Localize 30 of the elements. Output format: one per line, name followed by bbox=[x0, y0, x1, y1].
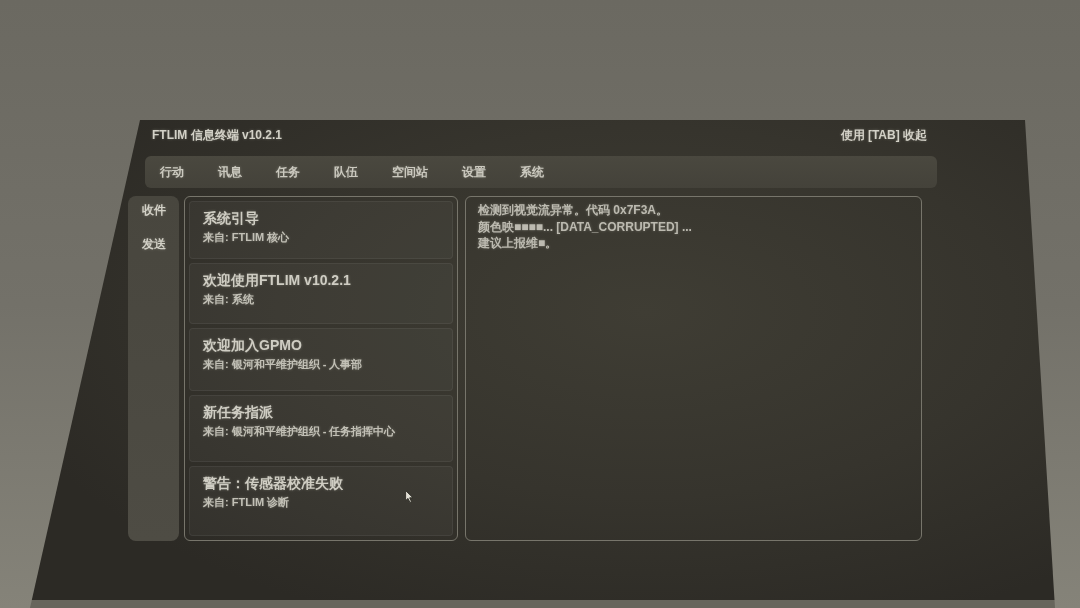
message-card[interactable]: 欢迎加入GPMO 来自: 银河和平维护组织 - 人事部 bbox=[189, 327, 453, 392]
nav-tab[interactable]: 空间站 bbox=[392, 164, 428, 180]
message-title: 新任务指派 bbox=[203, 403, 273, 422]
sidebar-item[interactable]: 收件 bbox=[141, 201, 166, 219]
message-card[interactable]: 警告：传感器校准失败 来自: FTLIM 诊断 bbox=[189, 465, 453, 536]
message-line: 检测到视觉流异常。代码 0x7F3A。 bbox=[478, 202, 669, 219]
cursor-icon bbox=[405, 490, 414, 503]
collapse-hint: 使用 [TAB] 收起 bbox=[840, 127, 927, 143]
sidebar-item[interactable]: 发送 bbox=[141, 235, 166, 253]
nav-tab[interactable]: 行动 bbox=[160, 164, 184, 180]
window-title: FTLIM 信息终端 v10.2.1 bbox=[152, 127, 283, 143]
nav-tab[interactable]: 任务 bbox=[276, 164, 300, 180]
message-card[interactable]: 系统引导 来自: FTLIM 核心 bbox=[189, 201, 453, 259]
message-line: 颜色映■■■■... [DATA_CORRUPTED] ... bbox=[478, 218, 692, 235]
nav-tab[interactable]: 系统 bbox=[520, 164, 544, 180]
nav-tab[interactable]: 讯息 bbox=[218, 164, 242, 180]
message-sender: 来自: 系统 bbox=[203, 292, 254, 306]
message-title: 欢迎使用FTLIM v10.2.1 bbox=[203, 271, 351, 289]
message-title: 系统引导 bbox=[203, 209, 259, 227]
message-title: 欢迎加入GPMO bbox=[203, 335, 302, 354]
message-sender: 来自: FTLIM 核心 bbox=[203, 230, 290, 244]
message-sender: 来自: FTLIM 诊断 bbox=[203, 494, 290, 509]
message-line: 建议上报维■。 bbox=[478, 235, 558, 252]
message-sender: 来自: 银河和平维护组织 - 人事部 bbox=[203, 356, 363, 371]
nav-tab[interactable]: 队伍 bbox=[334, 164, 358, 180]
nav-tab[interactable]: 设置 bbox=[462, 164, 486, 180]
message-card[interactable]: 新任务指派 来自: 银河和平维护组织 - 任务指挥中心 bbox=[189, 395, 453, 462]
message-title: 警告：传感器校准失败 bbox=[203, 473, 343, 492]
message-sender: 来自: 银河和平维护组织 - 任务指挥中心 bbox=[203, 424, 396, 439]
message-card[interactable]: 欢迎使用FTLIM v10.2.1 来自: 系统 bbox=[189, 263, 453, 324]
